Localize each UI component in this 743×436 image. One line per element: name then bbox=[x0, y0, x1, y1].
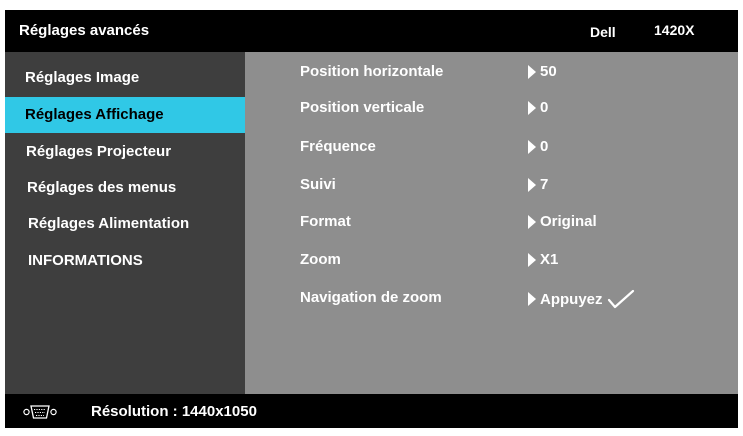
setting-value: X1 bbox=[528, 251, 558, 268]
setting-label: Position horizontale bbox=[300, 63, 444, 80]
osd-header: Réglages avancés Dell 1420X bbox=[5, 10, 738, 52]
arrow-right-icon bbox=[528, 139, 536, 154]
setting-value-text: 0 bbox=[540, 138, 549, 155]
status-bar: Résolution : 1440x1050 bbox=[5, 394, 738, 428]
arrow-right-icon bbox=[528, 252, 536, 267]
setting-value-text: 50 bbox=[540, 63, 557, 80]
setting-value-text: 0 bbox=[540, 99, 549, 116]
osd-title: Réglages avancés bbox=[19, 22, 150, 39]
setting-value: Original bbox=[528, 213, 597, 230]
arrow-right-icon bbox=[528, 177, 536, 192]
setting-label: Format bbox=[300, 213, 351, 230]
setting-label: Navigation de zoom bbox=[300, 289, 442, 306]
brand-label: Dell bbox=[590, 24, 616, 40]
sidebar-item-label: Réglages des menus bbox=[27, 179, 177, 196]
arrow-right-icon bbox=[528, 100, 536, 115]
vga-connector-icon bbox=[23, 405, 57, 419]
sidebar-menu: Réglages Image Réglages Affichage Réglag… bbox=[5, 52, 245, 394]
resolution-label: Résolution : 1440x1050 bbox=[91, 403, 257, 420]
setting-value: 7 bbox=[528, 176, 548, 193]
setting-frequence[interactable]: Fréquence 0 bbox=[245, 138, 738, 164]
setting-zoom[interactable]: Zoom X1 bbox=[245, 251, 738, 277]
setting-label: Suivi bbox=[300, 176, 336, 193]
setting-value: 50 bbox=[528, 63, 557, 80]
setting-label: Zoom bbox=[300, 251, 341, 268]
setting-value: 0 bbox=[528, 138, 548, 155]
sidebar-item-reglages-alimentation[interactable]: Réglages Alimentation bbox=[5, 206, 245, 242]
arrow-right-icon bbox=[528, 292, 536, 306]
arrow-right-icon bbox=[528, 214, 536, 229]
setting-label: Fréquence bbox=[300, 138, 376, 155]
setting-position-verticale[interactable]: Position verticale 0 bbox=[245, 99, 738, 125]
setting-navigation-zoom[interactable]: Navigation de zoom Appuyez bbox=[245, 289, 738, 315]
setting-label: Position verticale bbox=[300, 99, 425, 116]
setting-value: 0 bbox=[528, 99, 548, 116]
sidebar-item-label: Réglages Projecteur bbox=[26, 143, 172, 160]
projector-osd: Réglages avancés Dell 1420X Réglages Ima… bbox=[5, 10, 738, 428]
setting-value-text: Original bbox=[540, 213, 597, 230]
model-label: 1420X bbox=[654, 22, 695, 38]
sidebar-item-label: Réglages Affichage bbox=[25, 106, 164, 123]
setting-value: Appuyez bbox=[528, 289, 635, 309]
sidebar-item-reglages-image[interactable]: Réglages Image bbox=[5, 60, 245, 96]
setting-value-text: 7 bbox=[540, 176, 549, 193]
sidebar-item-label: Réglages Image bbox=[25, 69, 140, 86]
sidebar-item-reglages-affichage[interactable]: Réglages Affichage bbox=[5, 97, 245, 133]
sidebar-item-informations[interactable]: INFORMATIONS bbox=[5, 243, 245, 279]
setting-value-text: X1 bbox=[540, 251, 559, 268]
sidebar-item-reglages-menus[interactable]: Réglages des menus bbox=[5, 170, 245, 206]
checkmark-icon bbox=[607, 289, 634, 309]
sidebar-item-label: INFORMATIONS bbox=[28, 252, 143, 269]
arrow-right-icon bbox=[528, 64, 536, 79]
setting-suivi[interactable]: Suivi 7 bbox=[245, 176, 738, 202]
setting-position-horizontale[interactable]: Position horizontale 50 bbox=[245, 63, 738, 89]
settings-panel: Position horizontale 50 Position vertica… bbox=[245, 52, 738, 394]
setting-value-text: Appuyez bbox=[540, 290, 603, 308]
sidebar-item-label: Réglages Alimentation bbox=[28, 215, 190, 232]
setting-format[interactable]: Format Original bbox=[245, 213, 738, 239]
sidebar-item-reglages-projecteur[interactable]: Réglages Projecteur bbox=[5, 134, 245, 170]
